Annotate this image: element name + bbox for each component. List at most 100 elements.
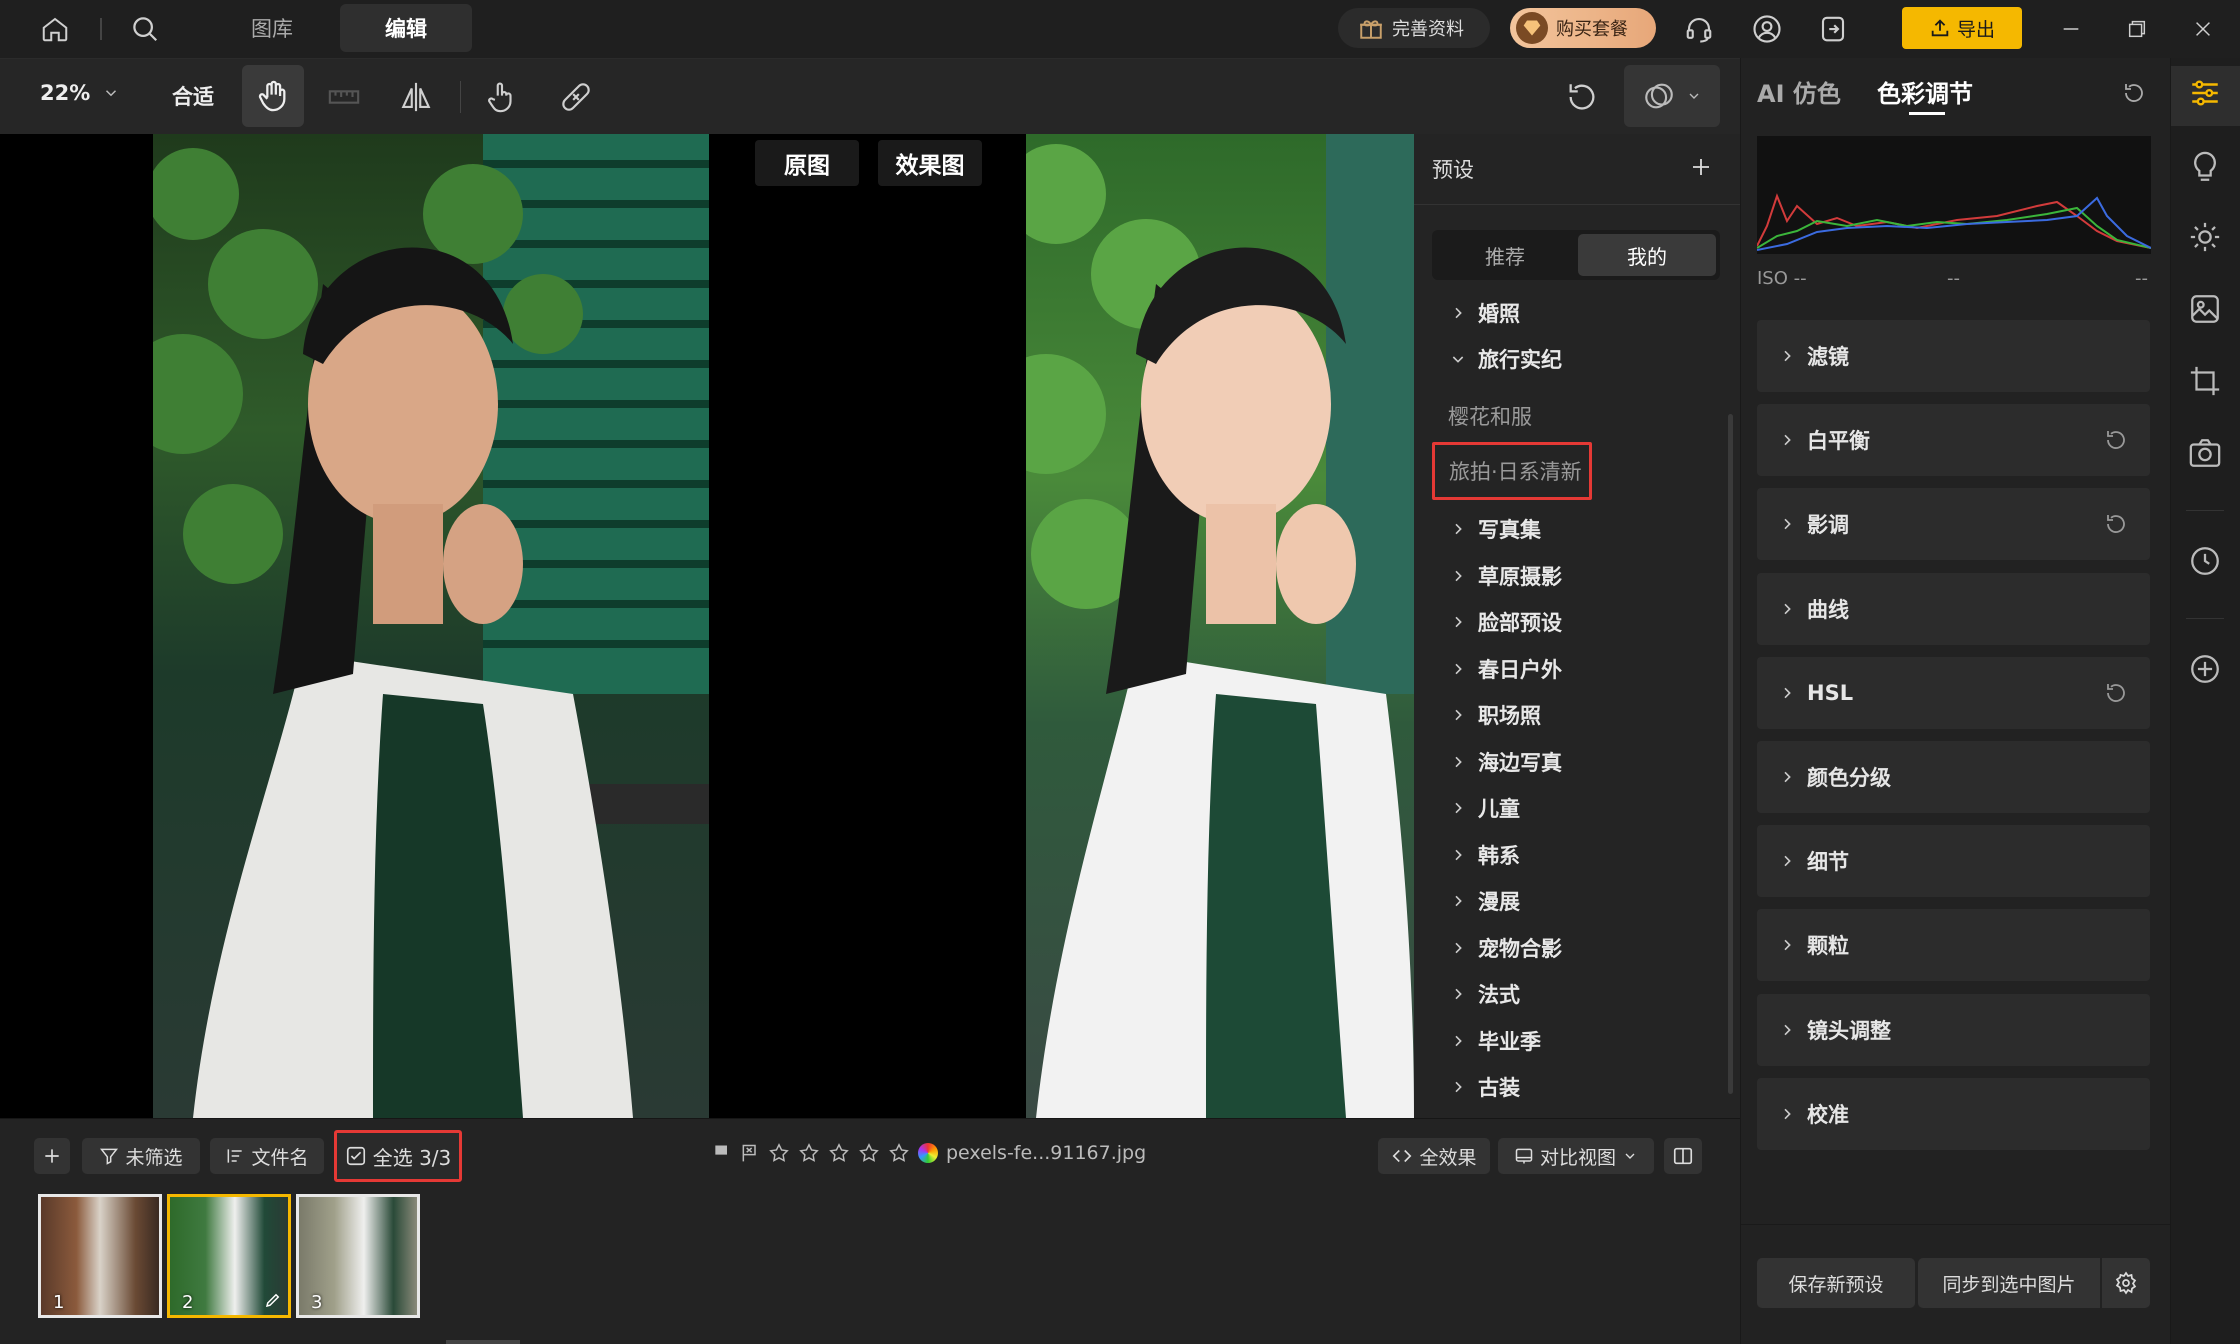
presets-scrollbar[interactable] (1728, 414, 1733, 1094)
all-effects-button[interactable]: 全效果 (1378, 1138, 1490, 1174)
histogram-chart (1757, 193, 2151, 251)
add-circle-icon[interactable] (2188, 652, 2222, 686)
headset-icon[interactable] (1682, 12, 1716, 46)
preset-group[interactable]: 儿童 (1450, 793, 1520, 823)
adjust-section[interactable]: 颗粒 (1757, 909, 2150, 982)
save-preset-button[interactable]: 保存新预设 (1757, 1258, 1915, 1308)
adjust-section[interactable]: 校准 (1757, 1077, 2150, 1150)
sun-icon[interactable] (2188, 220, 2222, 254)
preset-group[interactable]: 草原摄影 (1450, 561, 1562, 591)
diamond-icon (1516, 12, 1548, 44)
bandage-icon[interactable] (558, 79, 594, 115)
flag-icon[interactable] (712, 1143, 732, 1163)
bulb-icon[interactable] (2188, 150, 2222, 184)
tab-mine[interactable]: 我的 (1578, 234, 1716, 276)
preset-group-travel[interactable]: 旅行实纪 (1450, 344, 1562, 374)
account-icon[interactable] (1750, 12, 1784, 46)
adjust-section[interactable]: 滤镜 (1757, 320, 2150, 392)
history-icon[interactable] (2188, 544, 2222, 578)
reject-flag-icon[interactable] (740, 1143, 760, 1163)
star-icon[interactable] (768, 1142, 790, 1164)
gift-icon (1358, 15, 1384, 41)
search-icon[interactable] (128, 12, 162, 46)
reset-icon[interactable] (2119, 78, 2149, 108)
sliders-icon[interactable] (2188, 76, 2222, 110)
adjust-section[interactable]: 白平衡 (1757, 404, 2150, 477)
reset-icon[interactable] (2104, 512, 2128, 536)
touch-icon[interactable] (484, 79, 520, 115)
home-icon[interactable] (38, 12, 72, 46)
reset-icon[interactable] (2104, 428, 2128, 452)
sort-button[interactable]: 文件名 (210, 1138, 324, 1174)
preset-group[interactable]: 春日户外 (1450, 654, 1562, 684)
preset-group[interactable]: 职场照 (1450, 700, 1541, 730)
thumbnail-1[interactable]: 1 (38, 1194, 162, 1318)
minimize-icon[interactable] (2056, 14, 2086, 44)
star-icon[interactable] (858, 1142, 880, 1164)
tab-color-adjust[interactable]: 色彩调节 (1877, 74, 1973, 109)
camera-icon[interactable] (2188, 436, 2222, 470)
crop-icon[interactable] (2188, 364, 2222, 398)
sync-settings-button[interactable] (2102, 1258, 2150, 1308)
tab-library[interactable]: 图库 (222, 4, 322, 52)
star-icon[interactable] (888, 1142, 910, 1164)
preset-group[interactable]: 脸部预设 (1450, 607, 1562, 637)
reset-icon[interactable] (2104, 681, 2128, 705)
chevron-right-icon (1450, 568, 1466, 584)
adjust-section[interactable]: 影调 (1757, 488, 2150, 561)
chevron-right-icon (1450, 1033, 1466, 1049)
flip-icon[interactable] (398, 79, 434, 115)
preset-item-travel-japanese-fresh[interactable]: 旅拍·日系清新 (1432, 442, 1592, 500)
preset-group[interactable]: 漫展 (1450, 886, 1520, 916)
preset-item-sakura-kimono[interactable]: 樱花和服 (1448, 401, 1532, 431)
chevron-right-icon (1779, 348, 1795, 364)
adjust-section[interactable]: 镜头调整 (1757, 993, 2150, 1066)
select-all-button[interactable]: 全选 3/3 (334, 1130, 462, 1182)
plus-icon[interactable] (1686, 152, 1716, 182)
sync-selected-button[interactable]: 同步到选中图片 (1918, 1258, 2100, 1308)
star-icon[interactable] (828, 1142, 850, 1164)
compare-view-button[interactable]: 对比视图 (1498, 1138, 1654, 1174)
filmstrip-scrollbar[interactable] (446, 1340, 520, 1344)
complete-profile-button[interactable]: 完善资料 (1338, 8, 1490, 48)
chevron-right-icon (1779, 516, 1795, 532)
add-image-button[interactable] (34, 1138, 70, 1174)
preset-group[interactable]: 写真集 (1450, 514, 1541, 544)
adjust-section[interactable]: 细节 (1757, 825, 2150, 898)
adjust-section[interactable]: HSL (1757, 656, 2150, 729)
preset-group[interactable]: 宠物合影 (1450, 933, 1562, 963)
image-info: pexels-fe...91167.jpg (712, 1142, 1146, 1164)
split-view-button[interactable] (1664, 1138, 1702, 1174)
close-icon[interactable] (2188, 14, 2218, 44)
adjust-section[interactable]: 颜色分级 (1757, 741, 2150, 813)
restore-icon[interactable] (2122, 14, 2152, 44)
preset-group[interactable]: 古装 (1450, 1072, 1520, 1102)
buy-plan-button[interactable]: 购买套餐 (1510, 8, 1656, 48)
zoom-select[interactable]: 22% (40, 81, 120, 105)
color-label-icon[interactable] (918, 1143, 938, 1163)
export-button[interactable]: 导出 (1902, 7, 2022, 49)
preset-group[interactable]: 韩系 (1450, 840, 1520, 870)
image-edit-icon[interactable] (2188, 292, 2222, 326)
preset-group[interactable]: 毕业季 (1450, 1026, 1541, 1056)
adjust-section[interactable]: 曲线 (1757, 572, 2150, 645)
reset-icon[interactable] (1564, 79, 1600, 115)
ruler-icon[interactable] (326, 79, 362, 115)
tab-recommended[interactable]: 推荐 (1436, 234, 1574, 276)
tab-edit[interactable]: 编辑 (340, 4, 472, 52)
tab-ai-color[interactable]: AI 仿色 (1757, 74, 1841, 109)
thumbnail-3[interactable]: 3 (296, 1194, 420, 1318)
preset-group[interactable]: 法式 (1450, 979, 1520, 1009)
preset-group[interactable]: 海边写真 (1450, 747, 1562, 777)
divider (460, 81, 461, 113)
thumbnail-2[interactable]: 2 (167, 1194, 291, 1318)
fit-button[interactable]: 合适 (172, 81, 214, 111)
preset-group-wedding[interactable]: 婚照 (1450, 298, 1520, 328)
hand-tool-button[interactable] (242, 65, 304, 127)
image-canvas[interactable]: 原图 效果图 (0, 134, 1414, 1118)
star-icon[interactable] (798, 1142, 820, 1164)
filter-button[interactable]: 未筛选 (82, 1138, 200, 1174)
compare-mode-button[interactable] (1624, 65, 1720, 127)
sort-icon (225, 1146, 245, 1166)
import-icon[interactable] (1816, 12, 1850, 46)
